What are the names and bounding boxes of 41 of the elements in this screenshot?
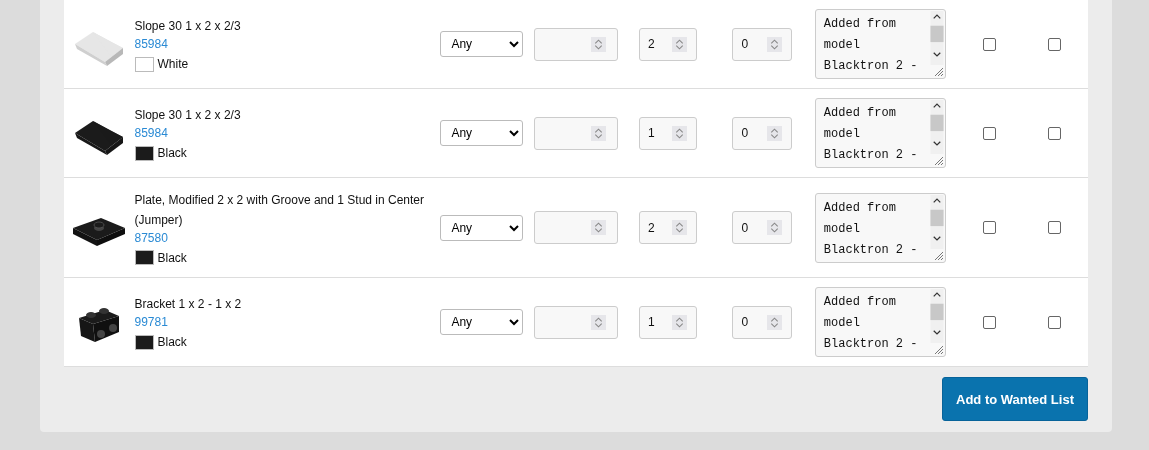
part-number-link[interactable]: 85984 xyxy=(134,36,168,52)
checkbox[interactable] xyxy=(1048,37,1062,51)
checkbox[interactable] xyxy=(1048,221,1062,234)
color-name: Black xyxy=(157,334,187,350)
part-name: Plate, Modified 2 x 2 with Groove and 1 Stud in Center (Jumper) xyxy=(134,191,425,229)
quantity-field[interactable]: 2 xyxy=(639,211,698,244)
scrollbar[interactable] xyxy=(928,11,945,65)
condition-dropdown[interactable]: Any xyxy=(440,309,524,335)
part-name: Slope 30 1 x 2 x 2/3 xyxy=(134,18,241,35)
checkbox[interactable] xyxy=(1048,315,1062,329)
remarks-field[interactable]: Added from model Blacktron 2 - xyxy=(814,9,946,79)
part-number-link[interactable]: 87580 xyxy=(134,229,168,246)
input-field[interactable] xyxy=(533,116,618,150)
checkbox[interactable] xyxy=(1048,126,1062,140)
part-name: Bracket 1 x 2 - 1 x 2 xyxy=(134,296,242,313)
condition-dropdown[interactable]: Any xyxy=(440,214,524,241)
part-number-link[interactable]: 85984 xyxy=(134,125,168,141)
remarks-field[interactable]: Added from model Blacktron 2 - xyxy=(814,192,946,263)
part-number-link[interactable]: 99781 xyxy=(134,314,168,330)
scrollbar[interactable] xyxy=(928,100,945,154)
remarks-field[interactable]: Added from model Blacktron 2 - xyxy=(814,287,946,357)
checkbox[interactable] xyxy=(982,126,996,140)
spinner-icon[interactable] xyxy=(672,220,688,235)
checkbox[interactable] xyxy=(982,37,996,51)
color-name: Black xyxy=(157,145,187,161)
spinner-icon[interactable] xyxy=(767,220,783,235)
remarks-field[interactable]: Added from model Blacktron 2 - xyxy=(814,98,946,168)
checkbox[interactable] xyxy=(982,315,996,329)
color-name: Black xyxy=(157,249,187,266)
part-name: Slope 30 1 x 2 x 2/3 xyxy=(134,107,241,124)
input-field[interactable] xyxy=(533,27,618,61)
condition-dropdown[interactable]: Any xyxy=(440,31,524,57)
checkbox[interactable] xyxy=(982,221,996,234)
scrollbar[interactable] xyxy=(928,194,945,249)
input-field[interactable] xyxy=(533,211,618,244)
add-to-wanted-list-button[interactable]: Add to Wanted List xyxy=(942,377,1088,421)
condition-dropdown[interactable]: Any xyxy=(440,120,524,146)
number-field[interactable]: 0 xyxy=(732,211,793,244)
input-field[interactable] xyxy=(533,305,618,339)
scrollbar[interactable] xyxy=(928,289,945,343)
color-name: White xyxy=(157,56,189,72)
